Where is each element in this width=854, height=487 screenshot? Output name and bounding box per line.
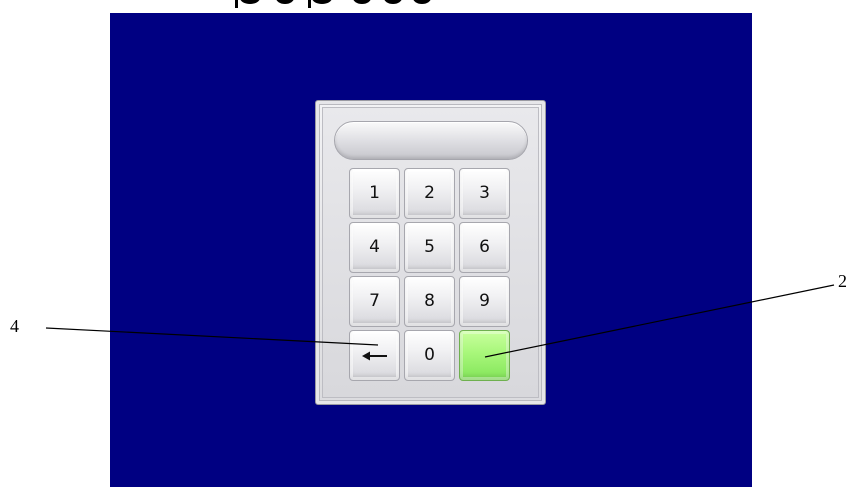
backspace-arrow-icon <box>361 351 387 360</box>
key-5[interactable]: 5 <box>404 222 455 273</box>
key-0-label: 0 <box>424 345 435 365</box>
key-0[interactable]: 0 <box>404 330 455 381</box>
key-8-label: 8 <box>424 291 435 311</box>
key-7[interactable]: 7 <box>349 276 400 327</box>
key-6-label: 6 <box>479 237 490 257</box>
key-2-label: 2 <box>424 183 435 203</box>
enter-key[interactable] <box>459 330 510 381</box>
key-9[interactable]: 9 <box>459 276 510 327</box>
key-3-label: 3 <box>479 183 490 203</box>
key-7-label: 7 <box>369 291 380 311</box>
key-9-label: 9 <box>479 291 490 311</box>
callout-label-left: 4 <box>10 316 19 336</box>
key-1-label: 1 <box>369 183 380 203</box>
key-6[interactable]: 6 <box>459 222 510 273</box>
key-4-label: 4 <box>369 237 380 257</box>
keypad-display <box>334 121 528 160</box>
callout-label-right: 2 <box>838 271 847 291</box>
cropped-caption-fragment <box>110 0 440 8</box>
key-3[interactable]: 3 <box>459 168 510 219</box>
key-4[interactable]: 4 <box>349 222 400 273</box>
key-5-label: 5 <box>424 237 435 257</box>
key-1[interactable]: 1 <box>349 168 400 219</box>
key-8[interactable]: 8 <box>404 276 455 327</box>
key-2[interactable]: 2 <box>404 168 455 219</box>
backspace-key[interactable] <box>349 330 400 381</box>
